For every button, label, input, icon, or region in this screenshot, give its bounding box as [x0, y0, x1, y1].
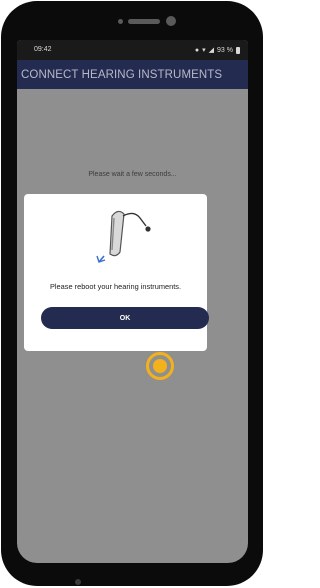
- hearing-aid-reboot-icon: [96, 210, 151, 263]
- status-time: 09:42: [34, 46, 52, 53]
- app-bar: CONNECT HEARING INSTRUMENTS: [17, 60, 248, 89]
- reboot-dialog: Please reboot your hearing instruments. …: [24, 194, 209, 351]
- earpiece-speaker: [128, 19, 160, 24]
- battery-percent: 93 %: [217, 46, 233, 54]
- bottom-sensor: [75, 579, 81, 585]
- tap-indicator: [146, 352, 174, 380]
- dialog-message: Please reboot your hearing instruments.: [49, 282, 182, 291]
- ok-button-label: OK: [119, 314, 131, 322]
- ok-button[interactable]: OK: [41, 307, 209, 329]
- battery-icon: [236, 46, 240, 54]
- wait-message: Please wait a few seconds...: [88, 171, 177, 178]
- page-title: CONNECT HEARING INSTRUMENTS: [21, 68, 223, 81]
- sensor-dot: [118, 19, 123, 24]
- wifi-icon: ▾: [202, 47, 206, 54]
- location-icon: ●: [194, 46, 200, 54]
- signal-icon: ◢: [208, 47, 215, 54]
- status-icons: ● ▾ ◢ 93 %: [195, 46, 240, 54]
- front-camera: [166, 16, 176, 26]
- status-bar: 09:42 ● ▾ ◢ 93 %: [17, 40, 248, 60]
